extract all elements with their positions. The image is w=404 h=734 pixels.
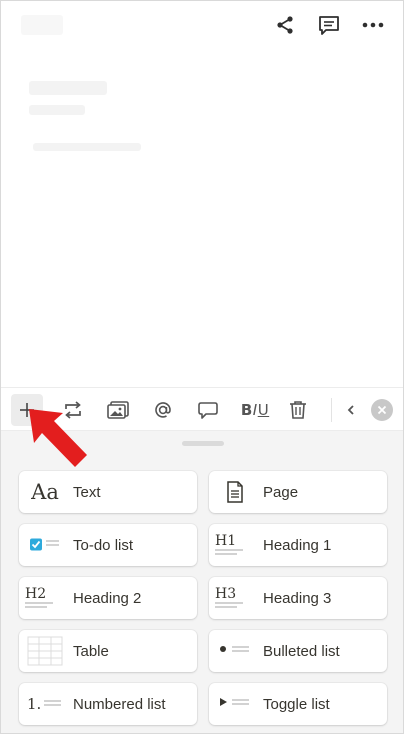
block-text[interactable]: Aa Text <box>19 471 197 513</box>
toggle-list-icon <box>215 689 255 719</box>
text-icon: Aa <box>25 477 65 507</box>
block-label: Toggle list <box>263 695 330 713</box>
chevron-left-icon <box>347 405 354 415</box>
block-label: Text <box>73 483 101 501</box>
trash-icon <box>290 401 306 419</box>
content-placeholder <box>29 81 107 95</box>
todo-icon <box>25 530 65 560</box>
bold-label: B <box>240 401 253 419</box>
mention-icon <box>155 402 171 418</box>
heading3-icon: H3 <box>215 583 255 613</box>
add-block-button[interactable] <box>11 394 43 426</box>
block-label: Numbered list <box>73 695 166 713</box>
drawer-handle[interactable] <box>182 441 224 446</box>
editor-toolbar: BIU <box>1 387 403 431</box>
heading2-icon: H2 <box>25 583 65 613</box>
heading3-glyph: H3 <box>215 586 237 602</box>
block-todo[interactable]: To-do list <box>19 524 197 566</box>
underline-label: U <box>257 401 270 419</box>
block-label: Heading 1 <box>263 536 332 554</box>
block-label: Bulleted list <box>263 642 340 660</box>
close-toolbar-button[interactable] <box>371 399 393 421</box>
top-actions <box>273 13 385 37</box>
text-icon-glyph: Aa <box>31 480 59 504</box>
block-heading-2[interactable]: H2 Heading 2 <box>19 577 197 619</box>
block-bulleted-list[interactable]: Bulleted list <box>209 630 387 672</box>
block-label: Heading 2 <box>73 589 142 607</box>
block-heading-3[interactable]: H3 Heading 3 <box>209 577 387 619</box>
share-icon[interactable] <box>273 13 297 37</box>
back-placeholder <box>21 15 63 35</box>
image-button[interactable] <box>102 394 134 426</box>
block-label: Table <box>73 642 109 660</box>
plus-icon <box>20 403 34 417</box>
block-toggle-list[interactable]: Toggle list <box>209 683 387 725</box>
turn-into-icon <box>65 401 81 419</box>
app-frame: BIU Aa Text Page To-do list H1 Heading 1… <box>0 0 404 734</box>
block-label: Heading 3 <box>263 589 332 607</box>
comment-icon[interactable] <box>317 13 341 37</box>
comment-icon <box>198 402 218 419</box>
delete-button[interactable] <box>282 394 314 426</box>
block-label: To-do list <box>73 536 134 554</box>
numbered-list-icon: 1. <box>25 689 65 719</box>
text-style-button[interactable]: BIU <box>235 394 275 426</box>
mention-button[interactable] <box>147 394 179 426</box>
image-icon <box>107 401 129 419</box>
block-label: Page <box>263 483 299 501</box>
page-icon <box>215 477 255 507</box>
table-icon <box>25 636 65 666</box>
more-icon[interactable] <box>361 13 385 37</box>
block-picker-drawer: Aa Text Page To-do list H1 Heading 1 H2 … <box>1 431 403 733</box>
scroll-left-button[interactable] <box>341 394 361 426</box>
block-page[interactable]: Page <box>209 471 387 513</box>
block-numbered-list[interactable]: 1. Numbered list <box>19 683 197 725</box>
heading2-glyph: H2 <box>25 586 47 602</box>
bulleted-list-icon <box>215 636 255 666</box>
heading1-icon: H1 <box>215 530 255 560</box>
block-table[interactable]: Table <box>19 630 197 672</box>
content-placeholder <box>29 105 85 115</box>
heading1-glyph: H1 <box>215 533 237 549</box>
top-bar <box>1 1 403 49</box>
close-icon <box>377 405 387 415</box>
turn-into-button[interactable] <box>57 394 89 426</box>
numbered-glyph: 1. <box>27 695 42 713</box>
content-placeholder <box>33 143 141 151</box>
toolbar-divider <box>331 398 332 422</box>
block-heading-1[interactable]: H1 Heading 1 <box>209 524 387 566</box>
comment-button[interactable] <box>192 394 224 426</box>
